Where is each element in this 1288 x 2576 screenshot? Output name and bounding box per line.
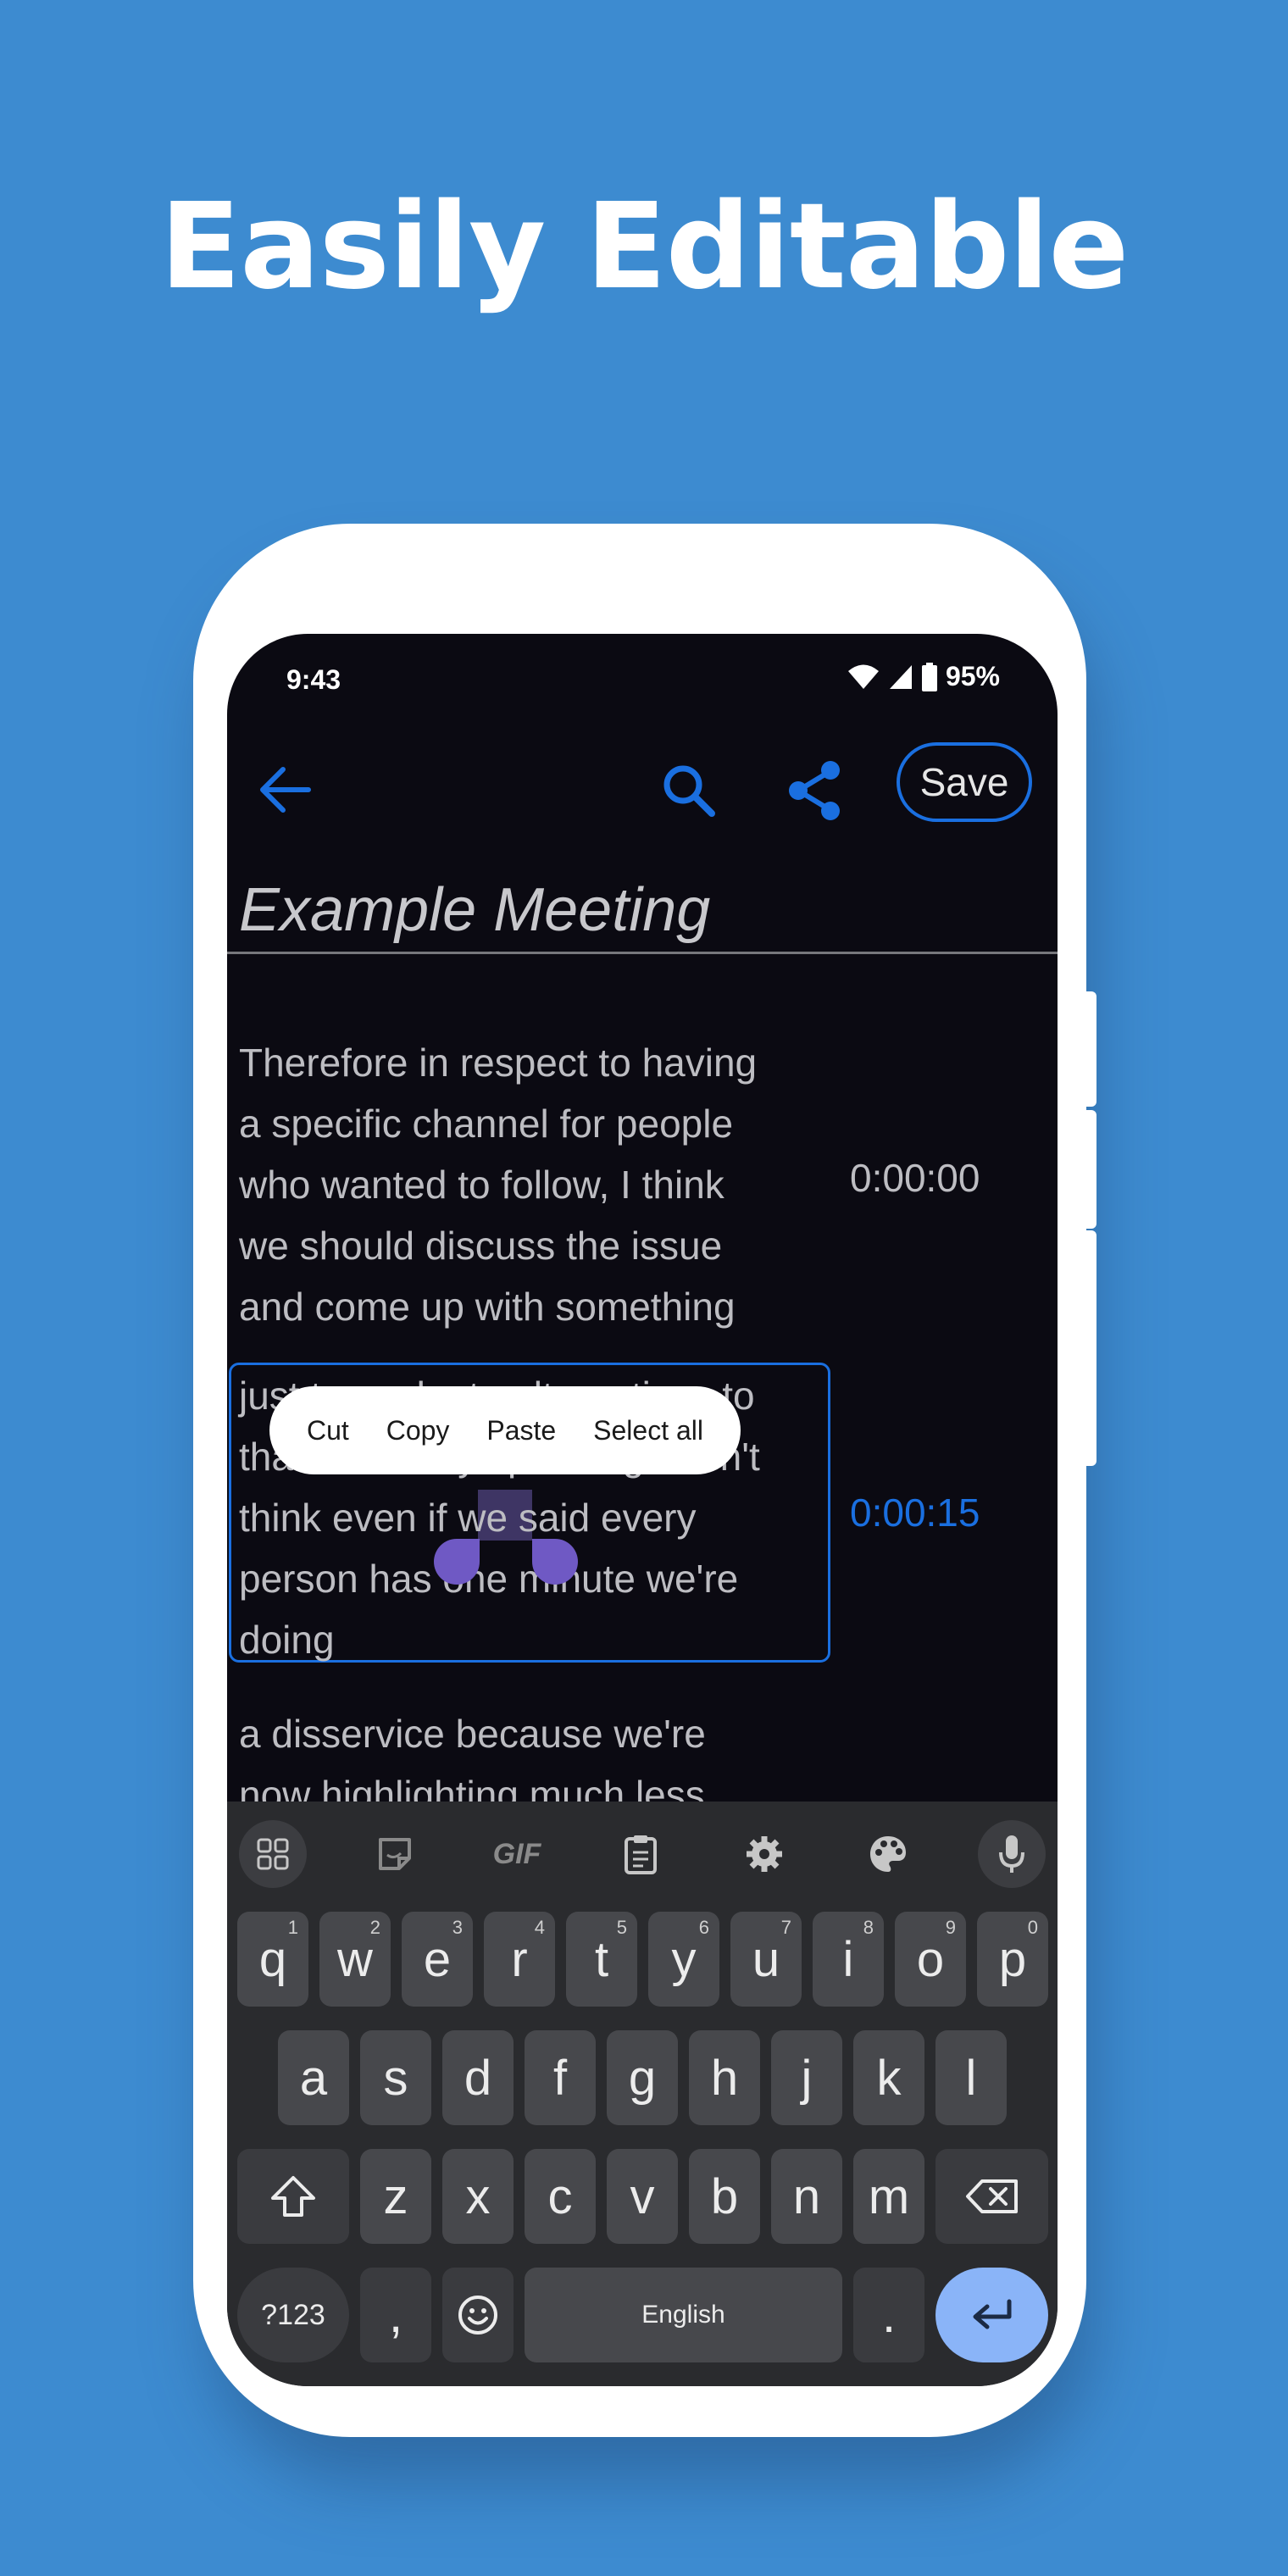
apps-button[interactable] (239, 1820, 307, 1888)
battery-percent: 95% (945, 661, 1000, 691)
status-icons: 95% (847, 661, 1000, 692)
save-button[interactable]: Save (897, 742, 1032, 822)
theme-button[interactable] (854, 1820, 922, 1888)
enter-key[interactable] (935, 2268, 1048, 2362)
key-h[interactable]: h (689, 2030, 760, 2125)
context-menu-copy[interactable]: Copy (386, 1415, 450, 1446)
segment-line: we should discuss the issue (239, 1224, 723, 1268)
back-button[interactable] (253, 758, 317, 822)
volume-down-button (1085, 1230, 1096, 1466)
note-title[interactable]: Example Meeting (239, 875, 710, 945)
key-w[interactable]: w2 (319, 1912, 391, 2007)
headline: Easily Editable (159, 178, 1130, 316)
shift-key[interactable] (237, 2149, 349, 2244)
key-g[interactable]: g (607, 2030, 678, 2125)
space-key[interactable]: English (525, 2268, 842, 2362)
gif-button[interactable]: GIF (483, 1820, 551, 1888)
key-j[interactable]: j (771, 2030, 842, 2125)
phone-screen: 9:43 95% Save Example Meeting Therefore … (227, 634, 1058, 2386)
signal-icon (889, 664, 912, 689)
key-b[interactable]: b (689, 2149, 760, 2244)
search-icon (663, 765, 715, 817)
key-c[interactable]: c (525, 2149, 596, 2244)
microphone-icon (999, 1835, 1024, 1873)
sticker-button[interactable] (361, 1820, 429, 1888)
settings-button[interactable] (730, 1820, 798, 1888)
status-bar: 9:43 95% (227, 634, 1058, 727)
power-button (1085, 991, 1096, 1107)
key-i[interactable]: i8 (813, 1912, 884, 2007)
battery-icon (921, 662, 937, 691)
backspace-icon (965, 2179, 1018, 2213)
period-key[interactable]: . (853, 2268, 924, 2362)
key-e[interactable]: e3 (402, 1912, 473, 2007)
volume-up-button (1085, 1110, 1096, 1229)
emoji-key[interactable] (442, 2268, 514, 2362)
key-l[interactable]: l (935, 2030, 1007, 2125)
key-n[interactable]: n (771, 2149, 842, 2244)
context-menu-select-all[interactable]: Select all (593, 1415, 703, 1446)
key-k[interactable]: k (853, 2030, 924, 2125)
clipboard-icon (625, 1835, 657, 1874)
segment-timestamp-2[interactable]: 0:00:15 (850, 1490, 980, 1535)
key-o[interactable]: o9 (895, 1912, 966, 2007)
segment-line: person has one minute we're (239, 1557, 739, 1601)
selection-start-handle[interactable] (434, 1539, 480, 1585)
enter-icon (973, 2299, 1011, 2329)
title-underline (227, 952, 1058, 954)
share-icon (789, 761, 840, 820)
key-z[interactable]: z (360, 2149, 431, 2244)
key-r[interactable]: r4 (484, 1912, 555, 2007)
keyboard-toolbar: GIF (227, 1802, 1058, 1900)
key-v[interactable]: v (607, 2149, 678, 2244)
key-a[interactable]: a (278, 2030, 349, 2125)
key-f[interactable]: f (525, 2030, 596, 2125)
key-u[interactable]: u7 (730, 1912, 802, 2007)
context-menu-paste[interactable]: Paste (486, 1415, 556, 1446)
key-d[interactable]: d (442, 2030, 514, 2125)
symbols-key[interactable]: ?123 (237, 2268, 349, 2362)
apps-grid-icon (257, 1838, 289, 1870)
key-t[interactable]: t5 (566, 1912, 637, 2007)
context-menu-cut[interactable]: Cut (307, 1415, 349, 1446)
voice-input-button[interactable] (978, 1820, 1046, 1888)
segment-line: a disservice because we're (239, 1712, 706, 1756)
key-q[interactable]: q1 (237, 1912, 308, 2007)
key-y[interactable]: y6 (648, 1912, 719, 2007)
clipboard-button[interactable] (607, 1820, 675, 1888)
segment-line: doing (239, 1618, 335, 1662)
segment-line: and come up with something (239, 1285, 736, 1329)
shift-icon (271, 2176, 315, 2217)
arrow-back-icon (260, 767, 311, 813)
segment-line: who wanted to follow, I think (239, 1163, 724, 1207)
key-p[interactable]: p0 (977, 1912, 1048, 2007)
emoji-icon (458, 2296, 497, 2334)
comma-key[interactable]: , (360, 2268, 431, 2362)
segment-line: a specific channel for people (239, 1102, 734, 1146)
sticker-icon (379, 1838, 411, 1870)
key-m[interactable]: m (853, 2149, 924, 2244)
soft-keyboard: GIF q 1 w 2 e 3 r 4 t 5 y 6 u 7 i 8 o 9 … (227, 1802, 1058, 2386)
status-time: 9:43 (286, 664, 341, 695)
key-x[interactable]: x (442, 2149, 514, 2244)
gear-icon (747, 1836, 782, 1872)
key-s[interactable]: s (360, 2030, 431, 2125)
search-button[interactable] (651, 752, 727, 829)
segment-line: Therefore in respect to having (239, 1041, 758, 1085)
wifi-icon (847, 664, 879, 689)
transcript-segment-1[interactable]: Therefore in respect to having a specifi… (239, 1032, 824, 1337)
segment-timestamp-1[interactable]: 0:00:00 (850, 1155, 980, 1201)
share-button[interactable] (776, 752, 852, 829)
segment-line: think even if we said every (239, 1496, 697, 1540)
text-context-menu: Cut Copy Paste Select all (269, 1386, 741, 1474)
backspace-key[interactable] (935, 2149, 1048, 2244)
palette-icon (870, 1836, 906, 1872)
selection-end-handle[interactable] (532, 1539, 578, 1585)
